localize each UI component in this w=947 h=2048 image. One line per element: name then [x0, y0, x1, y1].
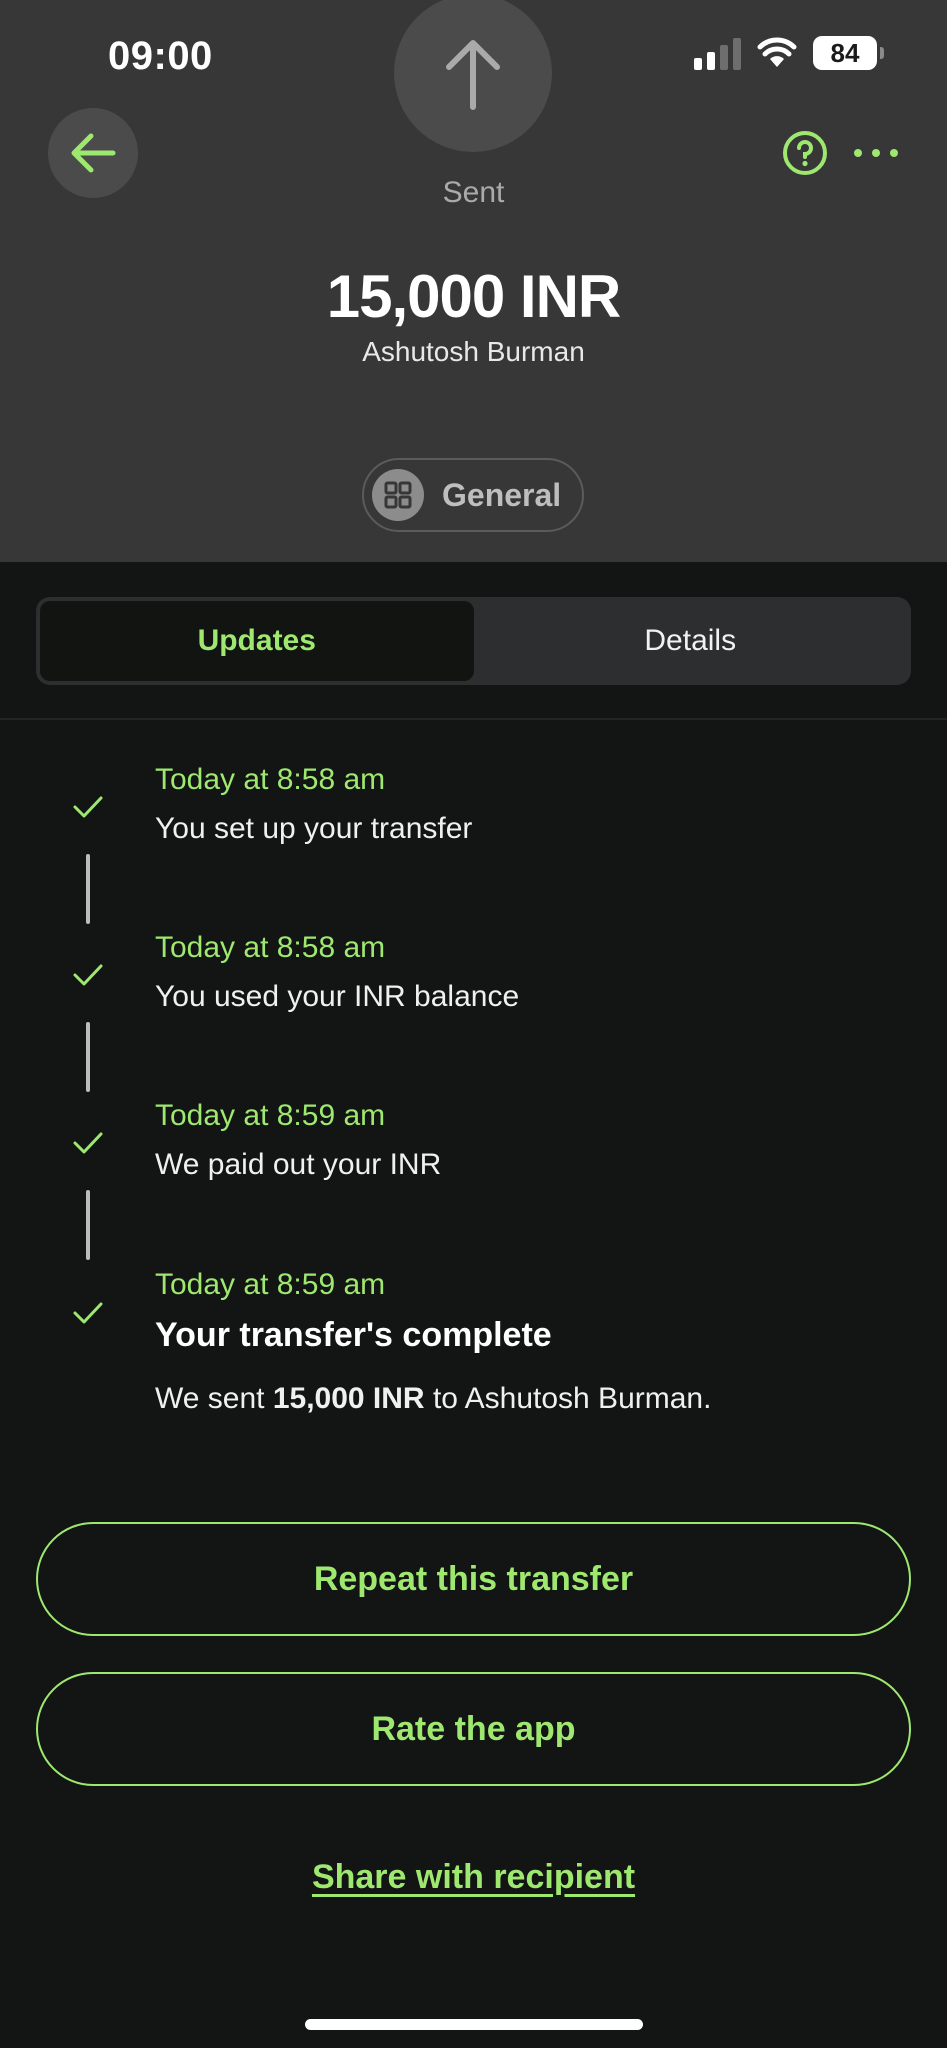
- check-icon: [73, 1132, 103, 1154]
- tab-updates[interactable]: Updates: [40, 601, 474, 681]
- battery-icon: 84: [813, 36, 884, 70]
- update-time: Today at 8:59 am: [155, 1099, 386, 1132]
- update-detail-suffix: to Ashutosh Burman.: [424, 1382, 712, 1415]
- cellular-signal-icon: [694, 36, 741, 70]
- update-detail-prefix: We sent: [155, 1382, 273, 1415]
- transfer-amount: 15,000 INR: [326, 263, 622, 330]
- update-detail: We sent 15,000 INR to Ashutosh Burman.: [155, 1382, 711, 1416]
- update-text: You used your INR balance: [155, 980, 520, 1013]
- sent-arrow-badge: [394, 0, 552, 152]
- section-divider: [0, 718, 947, 720]
- update-time: Today at 8:59 am: [155, 1268, 386, 1301]
- category-chip[interactable]: General: [362, 458, 584, 532]
- check-icon: [73, 1302, 103, 1324]
- arrow-up-icon: [446, 40, 500, 110]
- timeline-connector: [86, 1190, 90, 1260]
- category-grid-icon: [372, 469, 424, 521]
- status-bar-time: 09:00: [108, 34, 213, 78]
- timeline-connector: [86, 1022, 90, 1092]
- update-detail-amount: 15,000 INR: [272, 1382, 425, 1415]
- more-options-icon[interactable]: [854, 136, 898, 170]
- timeline-connector: [86, 854, 90, 924]
- repeat-transfer-button[interactable]: Repeat this transfer: [36, 1522, 911, 1636]
- share-link-label: Share with recipient: [311, 1858, 636, 1896]
- transfer-status-label: Sent: [442, 176, 505, 209]
- update-time: Today at 8:58 am: [155, 763, 386, 796]
- update-text: You set up your transfer: [155, 812, 473, 845]
- update-time: Today at 8:58 am: [155, 931, 386, 964]
- check-icon: [73, 796, 103, 818]
- arrow-left-icon: [71, 133, 116, 173]
- recipient-name: Ashutosh Burman: [362, 336, 585, 367]
- help-icon[interactable]: [782, 130, 828, 176]
- status-bar-indicators: 84: [694, 36, 884, 70]
- transfer-header: 09:00 84 Sent 15,000 INR Ashutosh Burman…: [0, 0, 947, 562]
- update-title: Your transfer's complete: [155, 1316, 552, 1354]
- rate-app-button[interactable]: Rate the app: [36, 1672, 911, 1786]
- share-with-recipient-link[interactable]: Share with recipient: [0, 1858, 947, 1897]
- check-icon: [73, 964, 103, 986]
- category-label: General: [442, 476, 562, 513]
- wifi-icon: [757, 37, 797, 67]
- home-indicator[interactable]: [305, 2019, 643, 2030]
- segmented-tabs: Updates Details: [36, 597, 911, 685]
- tab-details[interactable]: Details: [474, 601, 908, 681]
- update-text: We paid out your INR: [155, 1148, 442, 1181]
